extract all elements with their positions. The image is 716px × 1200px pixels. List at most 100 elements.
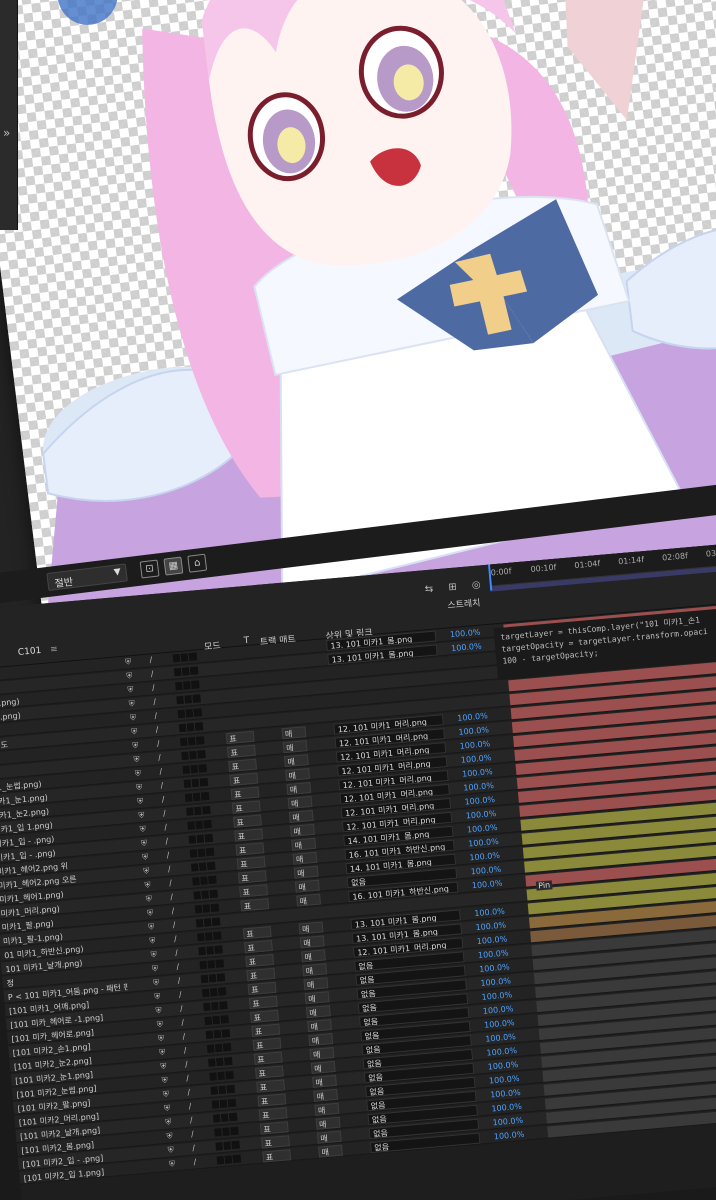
track-matte-select[interactable]: 매 [291, 837, 317, 851]
stretch-value[interactable]: 100.0% [457, 711, 488, 723]
stretch-value[interactable]: 100.0% [461, 753, 492, 765]
project-panel-edge[interactable]: » [0, 0, 18, 230]
track-matte-select[interactable]: 매 [283, 754, 309, 768]
layer-switches-icon[interactable]: ⛨ ∕ [141, 836, 177, 849]
stretch-value[interactable]: 100.0% [490, 1088, 521, 1100]
region-of-interest-icon[interactable]: ⊡ [139, 559, 160, 579]
layer-switch-boxes[interactable] [209, 1070, 234, 1081]
layer-switch-boxes[interactable] [201, 987, 227, 998]
stretch-value[interactable]: 100.0% [480, 976, 511, 988]
layer-switch-boxes[interactable] [208, 1056, 233, 1067]
layer-switches-icon[interactable]: ⛨ ∕ [165, 1115, 201, 1128]
layer-switches-icon[interactable]: ⛨ ∕ [156, 1017, 192, 1030]
track-matte-select[interactable]: 매 [309, 1046, 335, 1061]
track-matte-select[interactable]: 매 [282, 740, 308, 754]
track-matte-select[interactable]: 매 [286, 781, 312, 796]
blend-mode-select[interactable]: 표 [250, 1009, 279, 1024]
layer-switch-boxes[interactable] [206, 1042, 232, 1053]
layer-switches-icon[interactable]: ⛨ ∕ [166, 1129, 202, 1142]
blend-mode-select[interactable]: 표 [235, 842, 265, 856]
stretch-value[interactable]: 100.0% [474, 907, 505, 919]
layer-switch-boxes[interactable] [198, 945, 223, 956]
layer-switch-boxes[interactable] [211, 1098, 237, 1109]
track-matte-select[interactable]: 매 [303, 977, 329, 991]
layer-switches-icon[interactable]: ⛨ ∕ [133, 752, 169, 765]
blend-mode-select[interactable]: 표 [226, 744, 256, 759]
layer-switches-icon[interactable]: ⛨ ∕ [148, 920, 184, 933]
comp-tab-menu-icon[interactable]: ≡ [50, 645, 58, 656]
stretch-value[interactable]: 100.0% [475, 920, 506, 932]
track-matte-select[interactable]: 매 [308, 1033, 334, 1047]
layer-switch-boxes[interactable] [173, 666, 199, 677]
track-matte-select[interactable]: 매 [315, 1116, 341, 1130]
stretch-value[interactable]: 100.0% [494, 1130, 525, 1142]
layer-switches-icon[interactable]: ⛨ ∕ [152, 961, 188, 974]
stretch-value[interactable]: 100.0% [484, 1018, 515, 1030]
stretch-value[interactable]: 100.0% [459, 739, 490, 751]
layer-switch-boxes[interactable] [214, 1126, 239, 1137]
blend-mode-select[interactable]: 표 [228, 758, 258, 773]
stretch-value[interactable]: 100.0% [491, 1102, 522, 1114]
layer-switches-icon[interactable]: ⛨ ∕ [150, 948, 186, 961]
layer-switches-icon[interactable]: ⛨ ∕ [155, 1003, 191, 1016]
layer-switch-boxes[interactable] [204, 1015, 229, 1026]
track-matte-select[interactable]: 매 [281, 726, 307, 740]
stretch-value[interactable]: 100.0% [451, 642, 482, 654]
blend-mode-select[interactable]: 표 [236, 856, 266, 870]
layer-switch-boxes[interactable] [212, 1112, 238, 1123]
resolution-select[interactable]: 절반 ▼ [46, 563, 128, 591]
layer-switches-icon[interactable]: ⛨ ∕ [128, 696, 164, 709]
track-matte-select[interactable]: 매 [290, 823, 315, 837]
blend-mode-select[interactable]: 표 [258, 1107, 288, 1121]
layer-switch-boxes[interactable] [203, 1001, 228, 1012]
layer-switches-icon[interactable]: ⛨ ∕ [131, 724, 167, 737]
blend-mode-select[interactable]: 표 [254, 1065, 284, 1079]
layer-switch-boxes[interactable] [195, 917, 221, 928]
stretch-value[interactable]: 100.0% [468, 837, 499, 849]
layer-switches-icon[interactable]: ⛨ ∕ [164, 1101, 200, 1114]
layer-switch-boxes[interactable] [200, 973, 226, 984]
blend-mode-select[interactable]: 표 [234, 828, 264, 842]
track-matte-select[interactable]: 매 [307, 1019, 332, 1033]
stretch-value[interactable]: 100.0% [470, 865, 501, 877]
stretch-value[interactable]: 100.0% [458, 725, 489, 737]
layer-switches-icon[interactable]: ⛨ ∕ [132, 738, 168, 751]
layer-switch-boxes[interactable] [189, 847, 215, 858]
blend-mode-select[interactable]: 표 [251, 1023, 281, 1038]
blend-mode-select[interactable]: 표 [229, 772, 259, 786]
layer-switch-boxes[interactable] [179, 736, 205, 747]
blend-mode-select[interactable]: 표 [252, 1037, 282, 1051]
track-matte-select[interactable]: 매 [293, 865, 319, 879]
track-matte-select[interactable]: 매 [296, 893, 322, 907]
layer-switches-icon[interactable]: ⛨ ∕ [127, 683, 163, 696]
layer-switches-icon[interactable]: ⛨ ∕ [154, 989, 190, 1002]
stretch-value[interactable]: 100.0% [483, 1004, 514, 1016]
stretch-value[interactable]: 100.0% [478, 948, 509, 960]
tab-comp-c101[interactable]: C101 ≡ [17, 645, 58, 658]
layer-switches-icon[interactable]: ⛨ ∕ [149, 934, 185, 947]
track-matte-select[interactable]: 매 [287, 795, 313, 809]
stretch-value[interactable]: 100.0% [479, 962, 510, 974]
layer-switches-icon[interactable]: ⛨ ∕ [147, 906, 183, 919]
mask-visibility-icon[interactable]: ⌂ [187, 553, 208, 573]
blend-mode-select[interactable]: 표 [256, 1079, 286, 1093]
layer-switches-icon[interactable]: ⛨ ∕ [135, 766, 171, 779]
layer-switches-icon[interactable]: ⛨ ∕ [130, 710, 166, 723]
track-matte-select[interactable]: 매 [310, 1060, 336, 1074]
stretch-value[interactable]: 100.0% [492, 1116, 523, 1128]
layer-switches-icon[interactable]: ⛨ ∕ [163, 1087, 199, 1100]
layer-switch-boxes[interactable] [177, 708, 203, 719]
layer-switches-icon[interactable]: ⛨ ∕ [153, 975, 189, 988]
panel-expand-icon[interactable]: » [3, 126, 10, 140]
layer-switch-boxes[interactable] [194, 903, 220, 914]
blend-mode-select[interactable]: 표 [245, 953, 275, 968]
timeline-panel[interactable]: C101 ≡ ⇆ ⊞ ◎ ◌ ▥ 모드 T 트랙 매트 상위 및 링크 스트레치… [0, 540, 716, 1200]
stretch-value[interactable]: 100.0% [464, 795, 495, 807]
blend-mode-select[interactable]: 표 [242, 925, 272, 940]
track-matte-select[interactable]: 매 [316, 1130, 342, 1144]
layer-switch-boxes[interactable] [205, 1028, 231, 1040]
track-matte-select[interactable]: 매 [285, 768, 311, 782]
stretch-value[interactable]: 100.0% [450, 628, 481, 640]
stretch-value[interactable]: 100.0% [462, 767, 493, 779]
layer-switch-boxes[interactable] [188, 833, 214, 844]
